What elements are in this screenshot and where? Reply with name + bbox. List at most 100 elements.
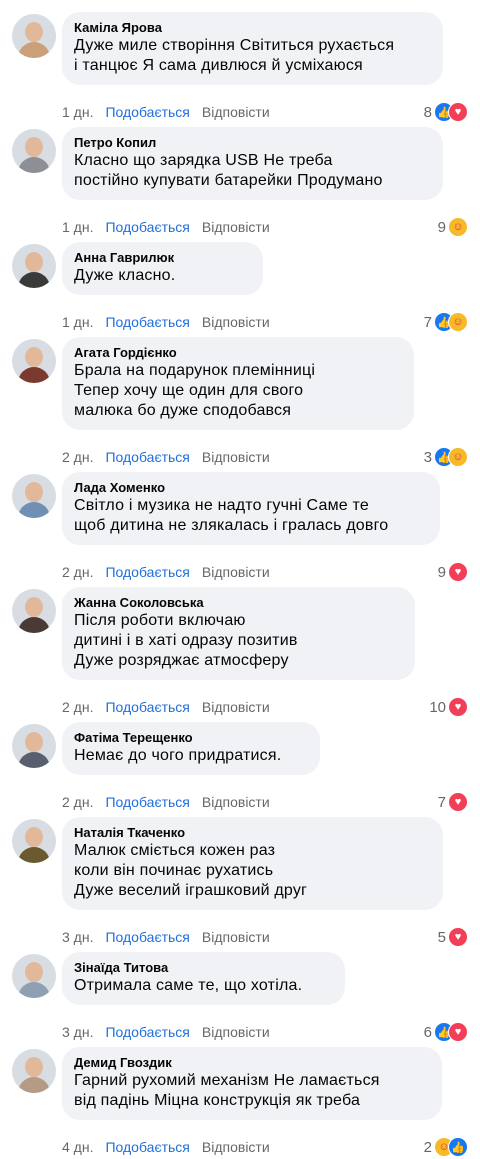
comment-text-line: постійно купувати батарейки Продумано: [74, 172, 383, 189]
like-button[interactable]: Подобається: [105, 929, 189, 945]
like-button[interactable]: Подобається: [105, 1024, 189, 1040]
heart-icon: ♥: [448, 927, 468, 947]
reactions-summary[interactable]: 5 ♥: [438, 927, 468, 947]
comment-author[interactable]: Фатіма Терещенко: [74, 730, 308, 746]
reply-button[interactable]: Відповісти: [202, 699, 270, 715]
comment-timestamp[interactable]: 2 дн.: [62, 564, 93, 580]
comment-text-line: від падінь Міцна конструкція як треба: [74, 1092, 361, 1109]
avatar[interactable]: [12, 339, 56, 383]
comment-text: Малюк сміється кожен раз коли він починає…: [74, 841, 431, 901]
comment-text-line: Немає до чого придратися.: [74, 747, 282, 764]
avatar[interactable]: [12, 14, 56, 58]
avatar[interactable]: [12, 954, 56, 998]
comment-timestamp[interactable]: 2 дн.: [62, 699, 93, 715]
avatar-face-shape: [25, 962, 43, 982]
comment-bubble: Агата Гордієнко Брала на подарунок племін…: [62, 337, 414, 430]
avatar-body-shape: [18, 752, 50, 768]
reply-button[interactable]: Відповісти: [202, 104, 270, 120]
avatar[interactable]: [12, 1049, 56, 1093]
like-button[interactable]: Подобається: [105, 794, 189, 810]
comment-text: Отримала саме те, що хотіла.: [74, 976, 333, 996]
comment-text-line: Дуже класно.: [74, 267, 176, 284]
like-button[interactable]: Подобається: [105, 449, 189, 465]
like-button[interactable]: Подобається: [105, 564, 189, 580]
comment-bubble: Анна Гаврилюк Дуже класно.: [62, 242, 263, 295]
reply-button[interactable]: Відповісти: [202, 314, 270, 330]
comment-author[interactable]: Жанна Соколовська: [74, 595, 403, 611]
reactions-summary[interactable]: 7 👍 ☺: [424, 312, 468, 332]
comment-author[interactable]: Зінаїда Титова: [74, 960, 333, 976]
reactions-summary[interactable]: 3 👍 ☺: [424, 447, 468, 467]
comment-text-line: дитині і в хаті одразу позитив: [74, 632, 298, 649]
avatar-face-shape: [25, 1057, 43, 1077]
reactions-summary[interactable]: 2 ☺ 👍: [424, 1137, 468, 1157]
comment-text-line: Дуже розряджає атмосферу: [74, 652, 289, 669]
care-icon: ☺: [448, 312, 468, 332]
comment-timestamp[interactable]: 4 дн.: [62, 1139, 93, 1155]
avatar[interactable]: [12, 589, 56, 633]
reactions-summary[interactable]: 8 👍 ♥: [424, 102, 468, 122]
comment-text-line: Світло і музика не надто гучні Саме те: [74, 497, 369, 514]
avatar[interactable]: [12, 129, 56, 173]
comment-timestamp[interactable]: 2 дн.: [62, 449, 93, 465]
heart-icon: ♥: [448, 792, 468, 812]
avatar-body-shape: [18, 272, 50, 288]
like-button[interactable]: Подобається: [105, 699, 189, 715]
avatar-face-shape: [25, 482, 43, 502]
comment-actions: 2 дн. Подобається Відповісти: [62, 793, 270, 811]
comment-text-line: Малюк сміється кожен раз: [74, 842, 276, 859]
avatar[interactable]: [12, 724, 56, 768]
avatar[interactable]: [12, 474, 56, 518]
avatar[interactable]: [12, 244, 56, 288]
comment-author[interactable]: Лада Хоменко: [74, 480, 428, 496]
avatar-body-shape: [18, 847, 50, 863]
comment-timestamp[interactable]: 1 дн.: [62, 219, 93, 235]
avatar[interactable]: [12, 819, 56, 863]
reaction-count: 8: [423, 103, 432, 121]
reaction-count: 7: [437, 793, 446, 811]
like-button[interactable]: Подобається: [105, 219, 189, 235]
like-button[interactable]: Подобається: [105, 314, 189, 330]
reply-button[interactable]: Відповісти: [202, 794, 270, 810]
comment-author[interactable]: Демид Гвоздик: [74, 1055, 430, 1071]
reactions-summary[interactable]: 10 ♥: [429, 697, 468, 717]
comment-actions: 1 дн. Подобається Відповісти: [62, 313, 270, 331]
comment-author[interactable]: Каміла Ярова: [74, 20, 431, 36]
comment-bubble: Демид Гвоздик Гарний рухомий механізм Не …: [62, 1047, 442, 1120]
comment-timestamp[interactable]: 3 дн.: [62, 1024, 93, 1040]
reactions-summary[interactable]: 7 ♥: [438, 792, 468, 812]
comment-bubble: Каміла Ярова Дуже миле створіння Світитьс…: [62, 12, 443, 85]
avatar-face-shape: [25, 827, 43, 847]
reactions-summary[interactable]: 9 ♥: [438, 562, 468, 582]
reply-button[interactable]: Відповісти: [202, 1024, 270, 1040]
comment-author[interactable]: Анна Гаврилюк: [74, 250, 251, 266]
like-button[interactable]: Подобається: [105, 1139, 189, 1155]
reactions-summary[interactable]: 6 👍 ♥: [424, 1022, 468, 1042]
comment-timestamp[interactable]: 1 дн.: [62, 104, 93, 120]
comment-author[interactable]: Петро Копил: [74, 135, 431, 151]
reply-button[interactable]: Відповісти: [202, 564, 270, 580]
comment-timestamp[interactable]: 1 дн.: [62, 314, 93, 330]
comment-text: Дуже миле створіння Світиться рухається і…: [74, 36, 431, 76]
comment-text: Світло і музика не надто гучні Саме те що…: [74, 496, 428, 536]
comment-bubble: Петро Копил Класно що зарядка USB Не треб…: [62, 127, 443, 200]
reply-button[interactable]: Відповісти: [202, 219, 270, 235]
comment-author[interactable]: Наталія Ткаченко: [74, 825, 431, 841]
comment-text: Дуже класно.: [74, 266, 251, 286]
reply-button[interactable]: Відповісти: [202, 449, 270, 465]
avatar-body-shape: [18, 617, 50, 633]
comment-text: Немає до чого придратися.: [74, 746, 308, 766]
reactions-summary[interactable]: 9 ☺: [438, 217, 468, 237]
comment-text-line: малюка бо дуже сподобався: [74, 402, 292, 419]
comment-bubble: Лада Хоменко Світло і музика не надто гуч…: [62, 472, 440, 545]
avatar-body-shape: [18, 1077, 50, 1093]
like-button[interactable]: Подобається: [105, 104, 189, 120]
comment-timestamp[interactable]: 3 дн.: [62, 929, 93, 945]
comment-text-line: Дуже миле створіння Світиться рухається: [74, 37, 395, 54]
avatar-body-shape: [18, 157, 50, 173]
reply-button[interactable]: Відповісти: [202, 929, 270, 945]
comment-text-line: і танцює Я сама дивлюся й усміхаюся: [74, 57, 363, 74]
reply-button[interactable]: Відповісти: [202, 1139, 270, 1155]
comment-author[interactable]: Агата Гордієнко: [74, 345, 402, 361]
comment-timestamp[interactable]: 2 дн.: [62, 794, 93, 810]
